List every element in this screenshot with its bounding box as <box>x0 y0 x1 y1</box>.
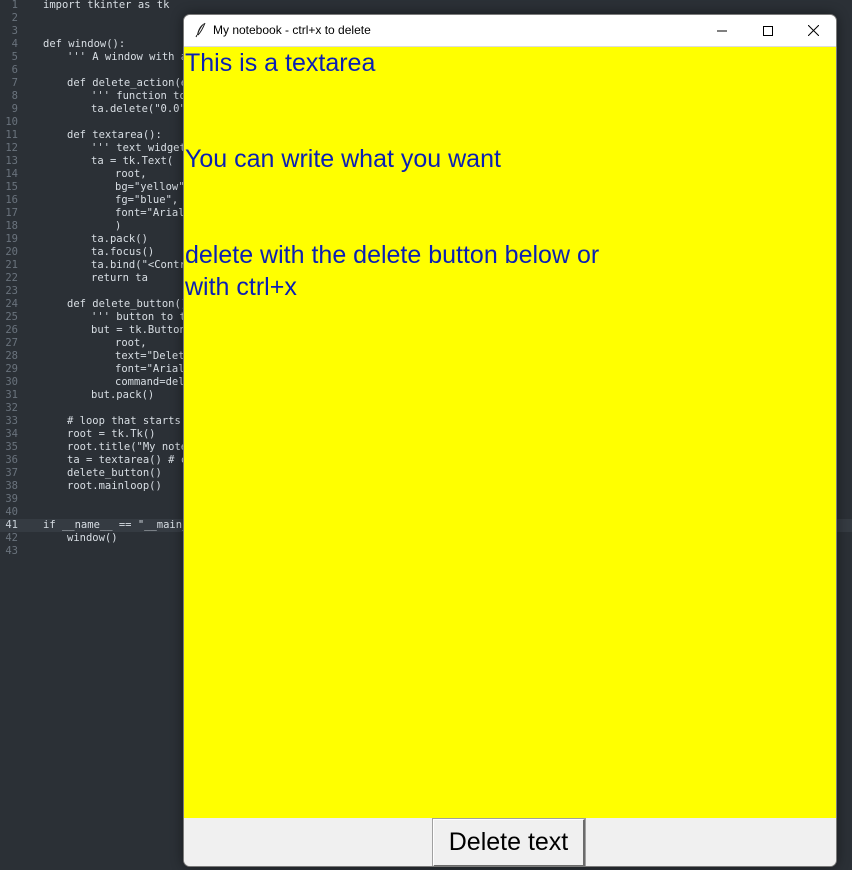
code-text: if __name__ == "__main_ <box>43 519 189 531</box>
button-bar: Delete text <box>184 818 836 866</box>
line-number: 13 <box>5 155 18 167</box>
line-number: 38 <box>5 480 18 492</box>
code-text: ta.delete("0.0" <box>91 103 186 115</box>
code-text: ta.focus() <box>91 246 155 258</box>
code-text: ta = textarea() # c <box>67 454 188 466</box>
line-number: 4 <box>11 38 18 50</box>
minimize-button[interactable] <box>699 15 745 46</box>
line-number: 16 <box>5 194 18 206</box>
line-number: 1 <box>11 0 18 11</box>
line-number: 15 <box>5 181 18 193</box>
textarea-line: This is a textarea <box>185 49 376 77</box>
line-number: 41 <box>5 519 18 531</box>
code-text: command=del <box>115 376 185 388</box>
code-text: ''' A window with a <box>67 51 188 63</box>
code-text: root.title("My note <box>67 441 188 453</box>
line-number: 32 <box>5 402 18 414</box>
line-number: 29 <box>5 363 18 375</box>
textarea-line <box>185 79 836 111</box>
code-text: ta = tk.Text( <box>91 155 174 167</box>
line-number: 19 <box>5 233 18 245</box>
close-button[interactable] <box>790 15 836 46</box>
line-number: 36 <box>5 454 18 466</box>
code-text: font="Arial <box>115 207 185 219</box>
line-number: 9 <box>11 103 18 115</box>
line-number: 3 <box>11 25 18 37</box>
code-text: fg="blue", <box>115 194 179 206</box>
code-text: root, <box>115 337 147 349</box>
minimize-icon <box>717 21 727 40</box>
delete-text-button[interactable]: Delete text <box>432 818 586 866</box>
text-area[interactable]: This is a textarea You can write what you… <box>184 47 836 818</box>
title-bar[interactable]: My notebook - ctrl+x to delete <box>184 15 836 47</box>
code-text: root, <box>115 168 147 180</box>
line-number: 8 <box>11 90 18 102</box>
code-text: ''' button to t <box>91 311 186 323</box>
line-number: 12 <box>5 142 18 154</box>
line-number: 7 <box>11 77 18 89</box>
line-number: 26 <box>5 324 18 336</box>
textarea-line <box>185 175 836 207</box>
line-number: 17 <box>5 207 18 219</box>
code-text: def window(): <box>43 38 126 50</box>
close-icon <box>807 21 819 40</box>
line-number: 22 <box>5 272 18 284</box>
code-text: but.pack() <box>91 389 155 401</box>
window-title: My notebook - ctrl+x to delete <box>213 23 371 37</box>
code-text: ''' text widget <box>91 142 186 154</box>
line-number: 39 <box>5 493 18 505</box>
textarea-line <box>185 207 836 239</box>
maximize-button[interactable] <box>745 15 791 46</box>
tk-window: My notebook - ctrl+x to delete This is a… <box>183 14 837 867</box>
textarea-line: You can write what you want <box>185 145 501 173</box>
textarea-line: delete with the delete button below or <box>185 241 600 269</box>
line-number: 21 <box>5 259 18 271</box>
line-number: 33 <box>5 415 18 427</box>
code-text: font="Arial <box>115 363 185 375</box>
code-text: ta.pack() <box>91 233 148 245</box>
line-number: 20 <box>5 246 18 258</box>
line-number: 30 <box>5 376 18 388</box>
code-text: ''' function to <box>91 90 186 102</box>
code-text: def delete_action(e <box>67 77 188 89</box>
line-number: 28 <box>5 350 18 362</box>
line-number: 27 <box>5 337 18 349</box>
code-text: import tkinter as tk <box>43 0 170 11</box>
line-number: 43 <box>5 545 18 557</box>
code-line[interactable]: 1 import tkinter as tk <box>0 0 852 12</box>
maximize-icon <box>763 21 773 40</box>
code-text: def textarea(): <box>67 129 162 141</box>
line-number: 24 <box>5 298 18 310</box>
line-number: 11 <box>5 129 18 141</box>
line-number: 10 <box>5 116 18 128</box>
code-text: ta.bind("<Contr <box>91 259 186 271</box>
code-text: root = tk.Tk() <box>67 428 156 440</box>
line-number: 35 <box>5 441 18 453</box>
line-number: 2 <box>11 12 18 24</box>
code-text: text="Delet <box>115 350 185 362</box>
line-number: 23 <box>5 285 18 297</box>
line-number: 6 <box>11 64 18 76</box>
line-number: 37 <box>5 467 18 479</box>
line-number: 5 <box>11 51 18 63</box>
line-number: 25 <box>5 311 18 323</box>
line-number: 31 <box>5 389 18 401</box>
line-number: 18 <box>5 220 18 232</box>
line-number: 40 <box>5 506 18 518</box>
line-number: 14 <box>5 168 18 180</box>
code-text: but = tk.Button <box>91 324 186 336</box>
code-text: window() <box>67 532 118 544</box>
code-text: bg="yellow" <box>115 181 185 193</box>
code-text: # loop that starts <box>67 415 181 427</box>
code-text: return ta <box>91 272 148 284</box>
code-text: def delete_button() <box>67 298 188 310</box>
code-text: delete_button() <box>67 467 162 479</box>
textarea-line <box>185 111 836 143</box>
feather-icon <box>194 22 208 38</box>
textarea-line: with ctrl+x <box>185 273 297 301</box>
line-number: 34 <box>5 428 18 440</box>
line-number: 42 <box>5 532 18 544</box>
code-text: root.mainloop() <box>67 480 162 492</box>
code-text: ) <box>115 220 122 232</box>
